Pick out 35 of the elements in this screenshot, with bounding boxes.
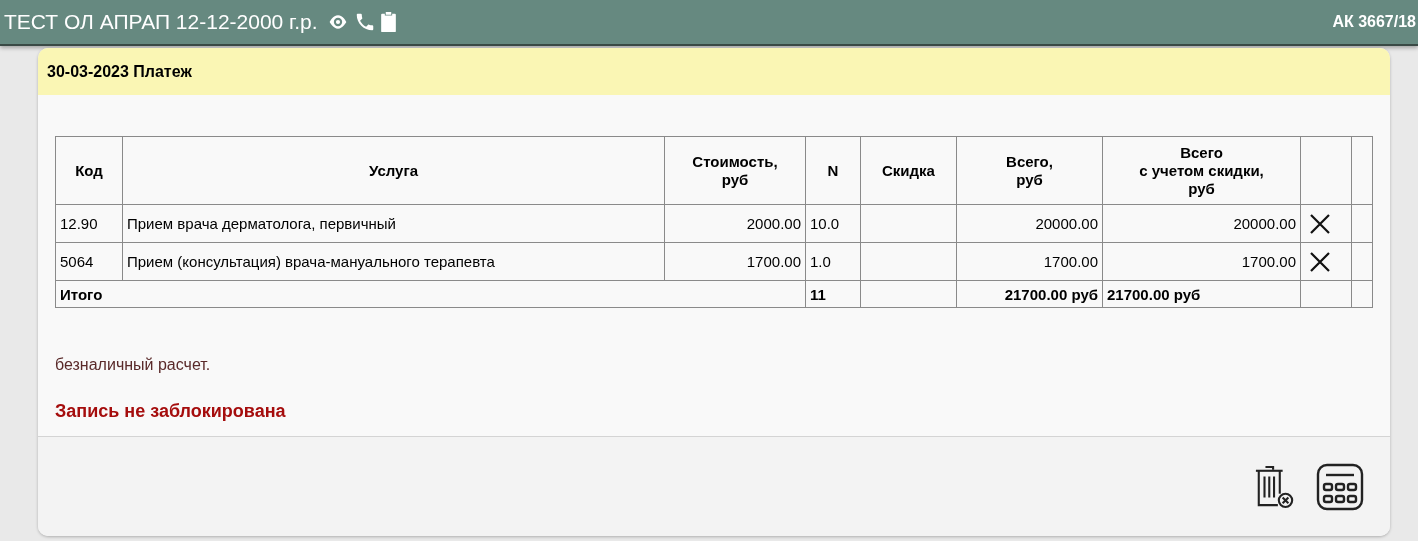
calculator-icon <box>1316 462 1364 511</box>
table-cell: 20000.00 <box>956 204 1103 243</box>
total-label: Итого <box>55 280 806 308</box>
column-header: Код <box>55 136 123 205</box>
table-cell: 1.0 <box>805 242 861 281</box>
calculator-button[interactable] <box>1316 462 1364 511</box>
table-cell: 12.90 <box>55 204 123 243</box>
table-cell: 2000.00 <box>664 204 806 243</box>
table-cell: Прием врача дерматолога, первичный <box>122 204 665 243</box>
delete-button[interactable] <box>1254 463 1296 510</box>
column-header: Всего с учетом скидки, руб <box>1102 136 1301 205</box>
table-cell: 1700.00 <box>1102 242 1301 281</box>
table-cell: 21700.00 руб <box>956 280 1103 308</box>
lock-status: Запись не заблокирована <box>55 401 287 422</box>
table-cell: 1700.00 <box>956 242 1103 281</box>
close-icon[interactable] <box>1308 249 1332 274</box>
column-header: Стоимость, руб <box>664 136 806 205</box>
table-cell: 11 <box>805 280 861 308</box>
table-cell: 10.0 <box>805 204 861 243</box>
payment-method: безналичный расчет. <box>55 356 212 374</box>
patient-name: ТЕСТ ОЛ АПРАП 12-12-2000 г.р. <box>4 10 318 34</box>
table-cell: 20000.00 <box>1102 204 1301 243</box>
panel-title: 30-03-2023 Платеж <box>47 62 192 81</box>
table-cell: 5064 <box>55 242 123 281</box>
column-header: Скидка <box>860 136 957 205</box>
clipboard-icon[interactable] <box>379 11 397 33</box>
close-icon[interactable] <box>1308 211 1332 236</box>
table-cell: 1700.00 <box>664 242 806 281</box>
table-cell: Прием (консультация) врача-мануального терапевта <box>122 242 665 281</box>
card-number: АК 3667/18 <box>1332 13 1416 31</box>
column-header: Всего, руб <box>956 136 1103 205</box>
table-cell: 21700.00 руб <box>1102 280 1301 308</box>
column-header: Услуга <box>122 136 665 205</box>
trash-cancel-icon <box>1254 463 1296 510</box>
column-header: N <box>805 136 861 205</box>
